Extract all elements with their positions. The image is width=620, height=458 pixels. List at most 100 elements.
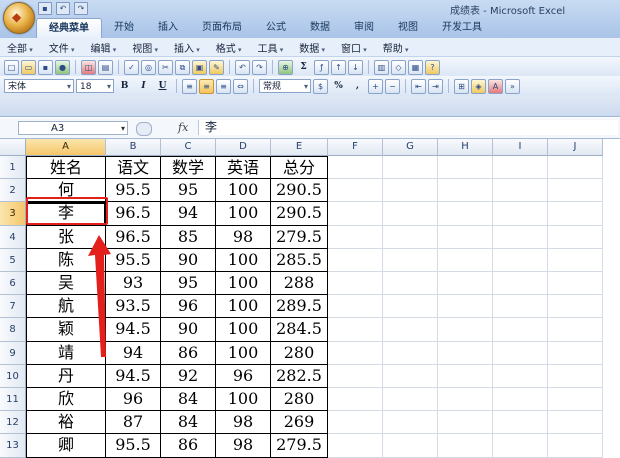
cell-H2[interactable]	[438, 179, 493, 203]
cell-F12[interactable]	[328, 411, 383, 435]
undo-icon[interactable]: ↶	[56, 2, 70, 15]
cell-I2[interactable]	[493, 179, 548, 203]
cell-F5[interactable]	[328, 248, 383, 272]
row-header-6[interactable]: 6	[0, 272, 26, 296]
cell-F6[interactable]	[328, 272, 383, 296]
cell-C3[interactable]: 94	[161, 202, 216, 226]
fill-color-icon[interactable]: ◈	[471, 78, 486, 94]
cell-G7[interactable]	[383, 295, 438, 319]
autosum-button[interactable]: Σ	[295, 59, 312, 76]
cell-D1[interactable]: 英语	[216, 156, 271, 180]
chart-icon[interactable]: ▥	[374, 59, 389, 75]
cell-F10[interactable]	[328, 364, 383, 388]
cell-E6[interactable]: 288	[271, 272, 328, 296]
cell-E5[interactable]: 285.5	[271, 248, 328, 272]
row-header-8[interactable]: 8	[0, 318, 26, 342]
cell-A8[interactable]: 颖	[26, 318, 106, 342]
row-header-4[interactable]: 4	[0, 225, 26, 249]
insert-function-button[interactable]: fx	[178, 121, 188, 134]
bold-button[interactable]: B	[116, 78, 133, 95]
cell-I7[interactable]	[493, 295, 548, 319]
name-box[interactable]: A3 ▾	[18, 121, 128, 135]
cell-J13[interactable]	[548, 434, 603, 458]
cell-C10[interactable]: 92	[161, 364, 216, 388]
column-header-F[interactable]: F	[328, 139, 383, 156]
cell-C8[interactable]: 90	[161, 318, 216, 342]
menu-item-1[interactable]: 文件	[42, 40, 84, 55]
cell-F3[interactable]	[328, 202, 383, 226]
cell-C13[interactable]: 86	[161, 434, 216, 458]
column-header-C[interactable]: C	[161, 139, 216, 156]
office-button[interactable]: ◆	[3, 2, 35, 34]
cell-D10[interactable]: 96	[216, 364, 271, 388]
cell-H4[interactable]	[438, 225, 493, 249]
italic-button[interactable]: I	[135, 78, 152, 95]
cell-G11[interactable]	[383, 388, 438, 412]
percent-button[interactable]: %	[330, 78, 347, 95]
cell-G6[interactable]	[383, 272, 438, 296]
cell-J3[interactable]	[548, 202, 603, 226]
cell-E13[interactable]: 279.5	[271, 434, 328, 458]
ribbon-tab-3[interactable]: 页面布局	[190, 18, 254, 38]
cell-D5[interactable]: 100	[216, 248, 271, 272]
cell-F13[interactable]	[328, 434, 383, 458]
cell-G9[interactable]	[383, 341, 438, 365]
cell-C2[interactable]: 95	[161, 179, 216, 203]
ribbon-tab-1[interactable]: 开始	[102, 18, 146, 38]
menu-item-7[interactable]: 数据	[292, 40, 334, 55]
cell-C7[interactable]: 96	[161, 295, 216, 319]
cell-E4[interactable]: 279.5	[271, 225, 328, 249]
cell-I6[interactable]	[493, 272, 548, 296]
ribbon-tab-2[interactable]: 插入	[146, 18, 190, 38]
cell-F4[interactable]	[328, 225, 383, 249]
cell-A1[interactable]: 姓名	[26, 156, 106, 180]
format-painter-icon[interactable]: ✎	[209, 59, 224, 75]
copy-icon[interactable]: ⧉	[175, 59, 190, 75]
cell-A11[interactable]: 欣	[26, 388, 106, 412]
align-left-icon[interactable]: ≡	[182, 78, 197, 94]
column-header-H[interactable]: H	[438, 139, 493, 156]
hyperlink-icon[interactable]: ⊕	[278, 59, 293, 75]
new-icon[interactable]: □	[4, 59, 19, 75]
cell-E7[interactable]: 289.5	[271, 295, 328, 319]
cell-D6[interactable]: 100	[216, 272, 271, 296]
cut-icon[interactable]: ✂	[158, 59, 173, 75]
cell-H11[interactable]	[438, 388, 493, 412]
cell-I12[interactable]	[493, 411, 548, 435]
ribbon-tab-6[interactable]: 审阅	[342, 18, 386, 38]
print-preview-icon[interactable]: ◫	[81, 59, 96, 75]
ribbon-tab-4[interactable]: 公式	[254, 18, 298, 38]
cell-J5[interactable]	[548, 248, 603, 272]
cell-D12[interactable]: 98	[216, 411, 271, 435]
column-header-G[interactable]: G	[383, 139, 438, 156]
cell-I10[interactable]	[493, 364, 548, 388]
column-header-A[interactable]: A	[26, 139, 106, 156]
cell-I5[interactable]	[493, 248, 548, 272]
cell-I8[interactable]	[493, 318, 548, 342]
row-header-13[interactable]: 13	[0, 434, 26, 458]
save-icon[interactable]: ▪	[38, 59, 53, 75]
font-size-combo[interactable]: 18	[76, 79, 114, 94]
cell-E10[interactable]: 282.5	[271, 364, 328, 388]
cell-A2[interactable]: 何	[26, 179, 106, 203]
redo-icon[interactable]: ↷	[252, 59, 267, 75]
paste-icon[interactable]: ▣	[192, 59, 207, 75]
cell-H8[interactable]	[438, 318, 493, 342]
cell-B13[interactable]: 95.5	[106, 434, 161, 458]
ribbon-tab-5[interactable]: 数据	[298, 18, 342, 38]
row-header-5[interactable]: 5	[0, 248, 26, 272]
decrease-indent-icon[interactable]: ⇤	[411, 78, 426, 94]
permission-icon[interactable]: ●	[55, 59, 70, 75]
column-header-I[interactable]: I	[493, 139, 548, 156]
drawing-icon[interactable]: ◇	[391, 59, 406, 75]
row-header-7[interactable]: 7	[0, 295, 26, 319]
increase-decimal-icon[interactable]: +	[368, 78, 383, 94]
menu-item-3[interactable]: 视图	[125, 40, 167, 55]
cell-G5[interactable]	[383, 248, 438, 272]
cell-F9[interactable]	[328, 341, 383, 365]
column-header-B[interactable]: B	[106, 139, 161, 156]
cell-C12[interactable]: 84	[161, 411, 216, 435]
print-icon[interactable]: ▤	[98, 59, 113, 75]
cell-H3[interactable]	[438, 202, 493, 226]
row-header-9[interactable]: 9	[0, 341, 26, 365]
